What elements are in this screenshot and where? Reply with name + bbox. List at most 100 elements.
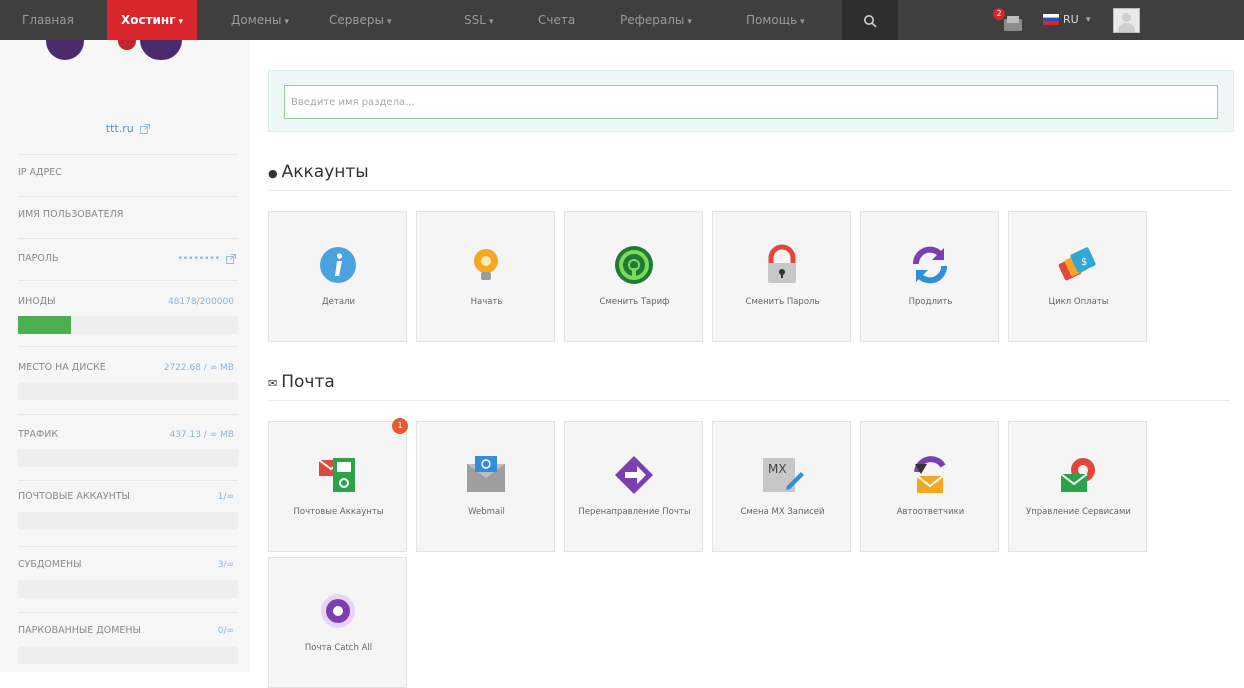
disk-space-label: МЕСТО НА ДИСКЕ [18, 362, 106, 373]
tile-billing-cycle[interactable]: $ Цикл Оплаты [1008, 211, 1147, 342]
price-tags-icon: $ [1058, 247, 1096, 281]
info-circle-icon: ● [268, 167, 278, 180]
nav-referrals-label: Рефералы [620, 13, 685, 27]
traffic-value: 437.13 / ∞ MB [169, 430, 234, 440]
disk-space-value: 2722.68 / ∞ MB [163, 363, 234, 373]
tile-change-plan-label: Сменить Тариф [599, 297, 670, 307]
domain-link[interactable]: ttt.ru [18, 122, 238, 135]
accounts-title-text: Аккаунты [281, 162, 369, 182]
divider [18, 154, 238, 155]
domain-label: ttt.ru [105, 122, 134, 135]
divider [18, 238, 238, 239]
divider [18, 612, 238, 613]
nav-home-label: Главная [22, 13, 74, 27]
nav-hosting-label: Хостинг [120, 13, 176, 27]
catch-all-icon [321, 594, 355, 628]
tile-webmail[interactable]: Webmail [416, 421, 555, 552]
nav-domains[interactable]: Домены ▾ [231, 0, 289, 40]
chevron-down-icon: ▾ [1086, 15, 1091, 25]
inodes-progress-bar [18, 316, 238, 334]
nav-hosting[interactable]: Хостинг ▾ [107, 0, 197, 40]
traffic-label: ТРАФИК [18, 429, 59, 440]
parked-domains-label: ПАРКОВАННЫЕ ДОМЕНЫ [18, 625, 141, 636]
username-row: ИМЯ ПОЛЬЗОВАТЕЛЯ [18, 205, 238, 225]
chevron-down-icon: ▾ [800, 17, 805, 27]
subdomains-progress-bar [18, 580, 238, 598]
mail-settings-icon [1060, 458, 1095, 492]
mail-section-title: ✉ Почта [268, 372, 335, 392]
tray-icon [1004, 16, 1022, 31]
nav-help[interactable]: Помощь ▾ [746, 0, 805, 40]
logo-shape-accent [118, 40, 136, 50]
tile-autoresponders[interactable]: Автоответчики [860, 421, 999, 552]
tile-webmail-label: Webmail [468, 507, 505, 517]
inodes-progress-fill [18, 316, 71, 334]
language-label: RU [1063, 13, 1079, 26]
divider [18, 346, 238, 347]
chevron-down-icon: ▾ [284, 17, 290, 27]
tile-renew[interactable]: Продлить [860, 211, 999, 342]
divider [18, 280, 238, 281]
password-value: •••••••• [177, 254, 220, 264]
site-logo: ttt.ru [18, 40, 238, 155]
gauge-icon [615, 246, 653, 284]
nav-domains-label: Домены [231, 13, 282, 27]
traffic-row: ТРАФИК 437.13 / ∞ MB [18, 425, 238, 445]
nav-ssl[interactable]: SSL ▾ [464, 0, 493, 40]
tile-autoresponders-label: Автоответчики [896, 507, 965, 517]
logo-shape-right [140, 40, 182, 60]
tile-service-management-label: Управление Сервисами [1026, 507, 1131, 517]
disk-space-row: МЕСТО НА ДИСКЕ 2722.68 / ∞ MB [18, 358, 238, 378]
notifications-button[interactable]: 2 [993, 8, 1025, 32]
envelope-icon: ✉ [268, 377, 278, 390]
mx-text: MX [768, 462, 787, 476]
divider [18, 414, 238, 415]
tile-change-password-label: Сменить Пароль [745, 297, 820, 307]
mail-accounts-progress-bar [18, 512, 238, 530]
search-button[interactable] [842, 0, 898, 40]
traffic-progress-bar [18, 449, 238, 467]
language-selector[interactable]: RU ▾ [1043, 0, 1103, 40]
password-label: ПАРОЛЬ [18, 253, 59, 264]
forwarding-arrow-icon [615, 456, 653, 494]
nav-servers[interactable]: Серверы ▾ [329, 0, 391, 40]
nav-home[interactable]: Главная [22, 0, 74, 40]
chevron-down-icon: ▾ [687, 17, 692, 27]
nav-referrals[interactable]: Рефералы ▾ [620, 0, 692, 40]
divider [18, 546, 238, 547]
tile-mx-records[interactable]: MX Смена MX Записей [712, 421, 851, 552]
divider [18, 480, 238, 481]
tile-details[interactable]: Детали [268, 211, 407, 342]
disk-space-progress-bar [18, 382, 238, 400]
refresh-icon [913, 246, 947, 284]
tile-start-label: Начать [470, 297, 503, 307]
avatar[interactable] [1113, 8, 1140, 33]
top-navbar: Главная Хостинг ▾ Домены ▾ Серверы ▾ SSL ▾ С… [0, 0, 1244, 40]
info-icon [320, 247, 356, 283]
inodes-value: 48178/200000 [167, 297, 234, 307]
mail-accounts-icon [318, 458, 355, 492]
autoresponder-icon [914, 456, 946, 493]
nav-invoices[interactable]: Счета [538, 0, 575, 40]
external-link-icon [140, 124, 151, 134]
russia-flag-icon [1043, 14, 1059, 25]
tile-change-password[interactable]: Сменить Пароль [712, 211, 851, 342]
tile-mail-accounts-label: Почтовые Аккаунты [293, 507, 384, 517]
mail-accounts-value: 1/∞ [217, 492, 234, 502]
edit-password-icon[interactable] [226, 254, 236, 264]
chevron-down-icon: ▾ [488, 17, 494, 27]
tile-start[interactable]: Начать [416, 211, 555, 342]
notification-count-badge: 2 [993, 8, 1005, 20]
divider [18, 196, 238, 197]
section-search-input[interactable] [284, 85, 1218, 119]
parked-domains-row: ПАРКОВАННЫЕ ДОМЕНЫ 0/∞ [18, 621, 238, 641]
tile-service-management[interactable]: Управление Сервисами [1008, 421, 1147, 552]
tile-mail-accounts[interactable]: Почтовые Аккаунты [268, 421, 407, 552]
tile-renew-label: Продлить [908, 297, 953, 307]
tile-mail-forwarding[interactable]: Перенаправление Почты [564, 421, 703, 552]
tile-catch-all[interactable]: Почта Catch All [268, 557, 407, 688]
tile-change-plan[interactable]: Сменить Тариф [564, 211, 703, 342]
inodes-row: ИНОДЫ 48178/200000 [18, 292, 238, 312]
mail-accounts-row: ПОЧТОВЫЕ АККАУНТЫ 1/∞ [18, 487, 238, 507]
tile-mail-forwarding-label: Перенаправление Почты [578, 507, 691, 517]
